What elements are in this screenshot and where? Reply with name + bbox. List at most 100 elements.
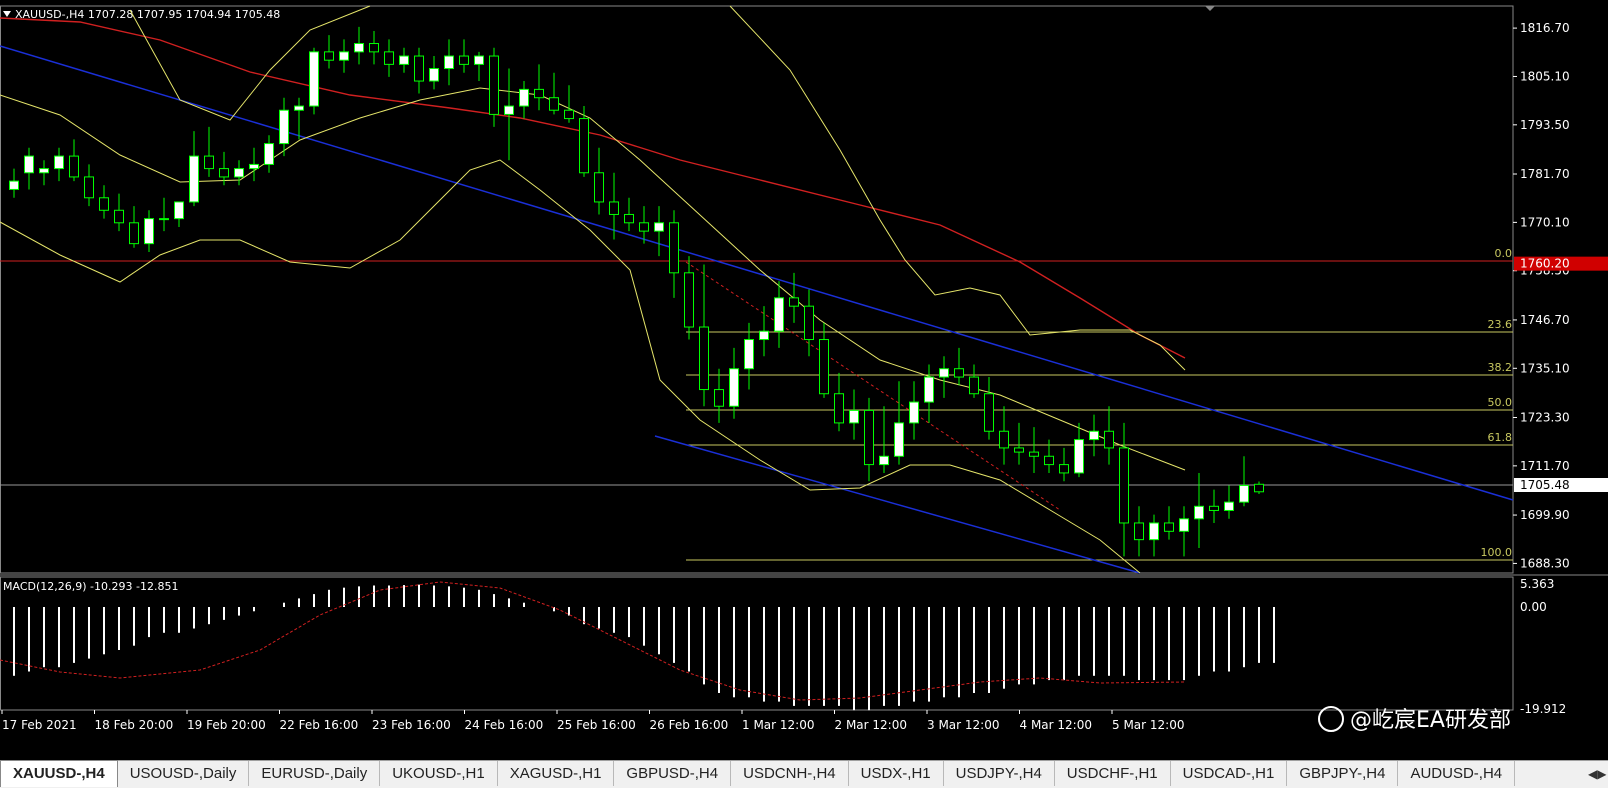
time-axis-label: 2 Mar 12:00 <box>835 718 908 732</box>
tab-gbpjpy-h4[interactable]: GBPJPY-,H4 <box>1287 761 1399 786</box>
candle-body <box>1134 522 1144 541</box>
tab-scroll-arrows-icon[interactable]: ◀▶ <box>1588 765 1606 783</box>
tab-audusd-h4[interactable]: AUDUSD-,H4 <box>1398 761 1516 786</box>
candle-body <box>774 297 784 332</box>
candle-body <box>384 51 394 65</box>
candle-body <box>1074 439 1084 474</box>
time-axis-label: 3 Mar 12:00 <box>927 718 1000 732</box>
candle-body <box>54 155 64 170</box>
price-axis-label: 1816.70 <box>1520 21 1570 35</box>
price-axis-label: 1805.10 <box>1520 69 1570 83</box>
tab-xauusd-h4[interactable]: XAUUSD-,H4 <box>0 760 118 787</box>
candle-body <box>819 339 829 395</box>
candle-body <box>804 305 814 341</box>
candle-body <box>39 168 49 174</box>
watermark: @屹宸EA研发部 <box>1318 702 1511 734</box>
candle-body <box>1239 484 1249 503</box>
candle-body <box>1059 464 1069 474</box>
candle-body <box>594 172 604 203</box>
candle-body <box>879 455 889 466</box>
candle-body <box>444 55 454 70</box>
tab-xagusd-h1[interactable]: XAGUSD-,H1 <box>498 761 615 786</box>
candle-body <box>639 222 649 232</box>
candle-body <box>579 118 589 174</box>
candle-body <box>729 368 739 407</box>
current-price-marker-label: 1705.48 <box>1520 478 1570 492</box>
candle-body <box>849 409 859 424</box>
candle-body <box>519 88 529 107</box>
candle-body <box>969 376 979 395</box>
candle-body <box>759 330 769 341</box>
candle-body <box>699 326 709 391</box>
candle-body <box>864 409 874 466</box>
price-axis-label: 1781.70 <box>1520 167 1570 181</box>
fibo-trend-line <box>685 261 1061 511</box>
candle-body <box>684 272 694 328</box>
price-axis-label: 1723.30 <box>1520 410 1570 424</box>
candle-body <box>609 201 619 215</box>
candle-body <box>1194 505 1204 520</box>
macd-axis-bottom: -19.912 <box>1520 702 1566 716</box>
tab-eurusd-daily[interactable]: EURUSD-,Daily <box>249 761 381 786</box>
chart-window[interactable]: XAUUSD-,H4 1707.28 1707.95 1704.94 1705.… <box>0 0 1608 760</box>
tab-usdx-h1[interactable]: USDX-,H1 <box>849 761 944 786</box>
candle-body <box>159 218 169 221</box>
price-axis-label: 1735.10 <box>1520 361 1570 375</box>
candle-body <box>1164 522 1174 532</box>
price-axis-label: 1711.70 <box>1520 459 1570 473</box>
price-axis-label: 1699.90 <box>1520 508 1570 522</box>
candle-body <box>234 168 244 178</box>
fibo-level-label: 50.0 <box>1488 396 1513 409</box>
chart-tabs: XAUUSD-,H4 USOUSD-,Daily EURUSD-,Daily UKOU… <box>0 760 1608 788</box>
tab-usousd-daily[interactable]: USOUSD-,Daily <box>118 761 250 786</box>
candle-body <box>264 143 274 165</box>
candle-body <box>294 105 304 111</box>
time-axis-label: 23 Feb 16:00 <box>372 718 451 732</box>
tab-usdchf-h1[interactable]: USDCHF-,H1 <box>1055 761 1171 786</box>
candle-body <box>204 155 214 170</box>
candle-body <box>1104 430 1114 449</box>
tab-usdcad-h1[interactable]: USDCAD-,H1 <box>1171 761 1288 786</box>
weibo-icon <box>1318 706 1344 732</box>
candle-body <box>1014 447 1024 453</box>
macd-signal-line <box>0 581 1186 701</box>
candle-body <box>1224 501 1234 511</box>
candle-body <box>954 368 964 378</box>
candle-body <box>69 155 79 178</box>
bollinger-upper-line-a <box>129 5 371 121</box>
candle-body <box>789 297 799 307</box>
candle-body <box>1209 505 1219 511</box>
candle-body <box>624 213 634 224</box>
tab-usdcnh-h4[interactable]: USDCNH-,H4 <box>731 761 849 786</box>
price-chart[interactable]: XAUUSD-,H4 1707.28 1707.95 1704.94 1705.… <box>0 0 1608 760</box>
time-axis-label: 22 Feb 16:00 <box>280 718 359 732</box>
candle-body <box>189 155 199 203</box>
tab-ukousd-h1[interactable]: UKOUSD-,H1 <box>380 761 498 786</box>
candle-body <box>924 376 934 403</box>
macd-label: MACD(12,26,9) -10.293 -12.851 <box>3 580 178 593</box>
candle-body <box>939 368 949 378</box>
candle-body <box>1149 522 1159 541</box>
macd-axis-top: 5.363 <box>1520 577 1554 591</box>
candle-body <box>534 88 544 99</box>
candle-body <box>1044 455 1054 466</box>
candle-body <box>489 55 499 115</box>
candle-body <box>1119 447 1129 524</box>
candle-body <box>999 430 1009 449</box>
candle-body <box>84 176 94 199</box>
menu-triangle-icon <box>3 11 11 17</box>
time-axis-label: 17 Feb 2021 <box>2 718 77 732</box>
price-axis-label: 1688.30 <box>1520 556 1570 570</box>
fibo-level-label: 0.0 <box>1495 247 1513 260</box>
candle-body <box>279 109 289 145</box>
fibo-level-label: 61.8 <box>1488 431 1513 444</box>
tab-gbpusd-h4[interactable]: GBPUSD-,H4 <box>614 761 732 786</box>
candle-body <box>129 222 139 245</box>
candle-body <box>549 97 559 111</box>
bollinger-upper-line-b <box>729 5 1186 371</box>
tab-usdjpy-h4[interactable]: USDJPY-,H4 <box>944 761 1055 786</box>
fibo-level-label: 38.2 <box>1488 361 1513 374</box>
candle-body <box>249 163 259 170</box>
candle-body <box>324 51 334 61</box>
bollinger-lower-line <box>0 159 1141 574</box>
